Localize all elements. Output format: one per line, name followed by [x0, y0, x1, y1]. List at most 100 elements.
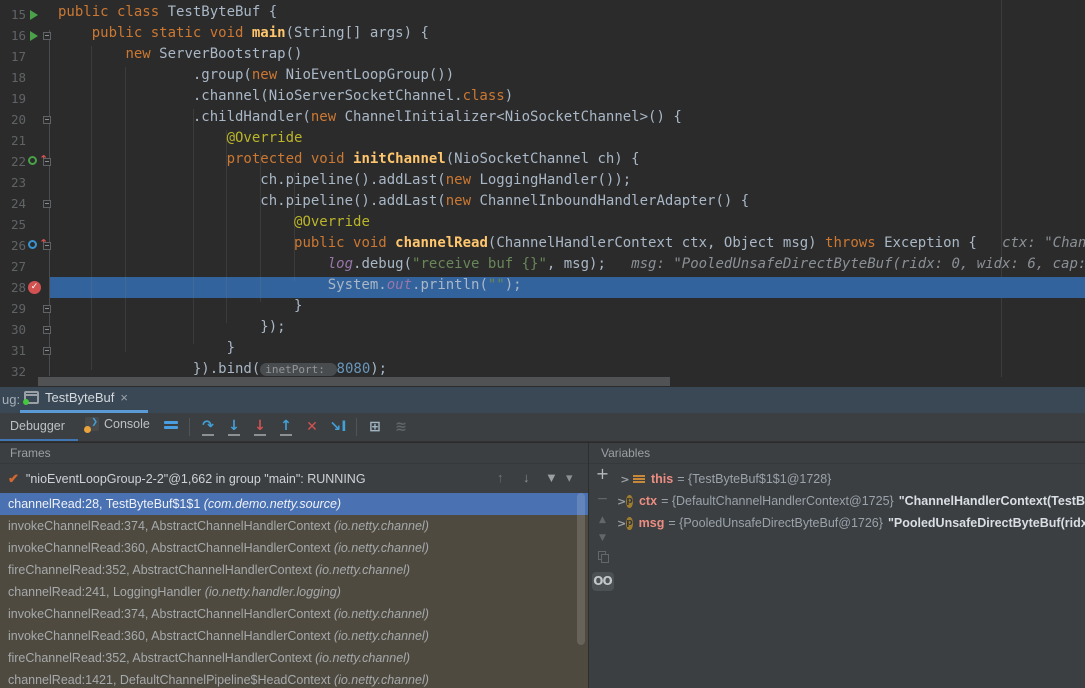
fold-marker-icon[interactable]	[43, 347, 51, 355]
settings-sliders-icon[interactable]: ≋	[388, 419, 414, 435]
gutter-row[interactable]: 29	[0, 298, 56, 319]
chevron-down-icon[interactable]: ▾	[566, 470, 573, 486]
frames-scrollbar[interactable]	[577, 493, 585, 645]
fold-marker-icon[interactable]	[43, 116, 51, 124]
variables-panel-title: Variables	[589, 443, 1085, 464]
show-watches-glasses-icon[interactable]: OO	[592, 572, 614, 591]
parameter-icon: p	[626, 495, 633, 508]
gutter-row[interactable]: 27	[0, 256, 56, 277]
variable-row[interactable]: >this= {TestByteBuf$1$1@1728}	[617, 468, 1085, 490]
gutter-row[interactable]: 23	[0, 172, 56, 193]
code-line[interactable]: public void channelRead(ChannelHandlerCo…	[58, 235, 1085, 256]
tab-debugger[interactable]: Debugger	[10, 419, 65, 433]
move-watch-up-icon[interactable]: ▲	[589, 515, 616, 525]
gutter-row[interactable]: 15	[0, 4, 56, 25]
add-watch-icon[interactable]: +	[589, 464, 616, 483]
gutter-row[interactable]: 28✓	[0, 277, 56, 298]
code-line[interactable]: .group(new NioEventLoopGroup())	[58, 67, 1085, 88]
frame-row[interactable]: invokeChannelRead:374, AbstractChannelHa…	[0, 603, 588, 625]
frame-row[interactable]: invokeChannelRead:374, AbstractChannelHa…	[0, 515, 588, 537]
fold-marker-icon[interactable]	[43, 32, 51, 40]
code-line[interactable]: ch.pipeline().addLast(new LoggingHandler…	[58, 172, 1085, 193]
variable-row[interactable]: >pmsg= {PooledUnsafeDirectByteBuf@1726}"…	[617, 512, 1085, 534]
gutter-row[interactable]: 30	[0, 319, 56, 340]
gutter-row[interactable]: 22↑	[0, 151, 56, 172]
gutter-row[interactable]: 19	[0, 88, 56, 109]
gutter-row[interactable]: 17	[0, 46, 56, 67]
fold-marker-icon[interactable]	[43, 158, 51, 166]
gutter-row[interactable]: 31	[0, 340, 56, 361]
move-down-icon[interactable]: ↓	[523, 470, 530, 485]
frame-row[interactable]: fireChannelRead:352, AbstractChannelHand…	[0, 559, 588, 581]
expand-chevron-icon[interactable]: >	[617, 517, 626, 530]
gutter-row[interactable]: 21	[0, 130, 56, 151]
frame-package: (com.demo.netty.source)	[204, 497, 341, 511]
drop-frame-icon[interactable]: ✕	[299, 419, 325, 435]
code-line[interactable]: log.debug("receive buf {}", msg); msg: "…	[58, 256, 1085, 277]
line-number: 31	[0, 340, 26, 361]
frame-row[interactable]: channelRead:241, LoggingHandler (io.nett…	[0, 581, 588, 603]
run-arrow-icon[interactable]	[28, 4, 46, 25]
frame-package: (io.netty.channel)	[315, 651, 410, 665]
frame-package: (io.netty.channel)	[334, 607, 429, 621]
code-line[interactable]: protected void initChannel(NioSocketChan…	[58, 151, 1085, 172]
code-line[interactable]: }	[58, 340, 1085, 361]
code-line[interactable]: @Override	[58, 214, 1085, 235]
code-line[interactable]: .channel(NioServerSocketChannel.class)	[58, 88, 1085, 109]
gutter-row[interactable]: 24	[0, 193, 56, 214]
parameter-icon: p	[626, 517, 632, 530]
thread-selector[interactable]: ✔ "nioEventLoopGroup-2-2"@1,662 in group…	[0, 464, 588, 493]
step-out-icon[interactable]: ↑	[273, 418, 299, 436]
fold-marker-icon[interactable]	[43, 242, 51, 250]
frame-row[interactable]: channelRead:1421, DefaultChannelPipeline…	[0, 669, 588, 688]
line-number: 18	[0, 67, 26, 88]
move-watch-down-icon[interactable]: ▼	[589, 533, 616, 543]
breakpoint-verified-icon[interactable]: ✓	[28, 277, 46, 298]
layout-hamburger-icon[interactable]	[158, 419, 184, 435]
debug-session-tab[interactable]: TestByteBuf ×	[24, 390, 128, 405]
duplicate-watch-icon[interactable]	[598, 551, 608, 562]
remove-watch-icon[interactable]: −	[589, 491, 616, 507]
variable-name: msg	[639, 516, 665, 530]
step-over-icon[interactable]: ↷	[195, 418, 221, 436]
fold-marker-icon[interactable]	[43, 305, 51, 313]
evaluate-expression-icon[interactable]: ⊞	[362, 419, 388, 435]
code-line[interactable]: public class TestByteBuf {	[58, 4, 1085, 25]
code-editor[interactable]: 141516171819202122↑23242526↑2728✓2930313…	[0, 0, 1085, 388]
filter-funnel-icon[interactable]: ▼	[545, 470, 558, 485]
frame-row[interactable]: invokeChannelRead:360, AbstractChannelHa…	[0, 625, 588, 647]
run-to-cursor-icon[interactable]: ↘I	[325, 419, 351, 435]
line-number: 19	[0, 88, 26, 109]
frame-row[interactable]: channelRead:28, TestByteBuf$1$1 (com.dem…	[0, 493, 588, 515]
line-number: 28	[0, 277, 26, 298]
code-line[interactable]: @Override	[58, 130, 1085, 151]
frame-package: (io.netty.handler.logging)	[205, 585, 341, 599]
fold-marker-icon[interactable]	[43, 200, 51, 208]
gutter-row[interactable]: 16	[0, 25, 56, 46]
frame-row[interactable]: invokeChannelRead:360, AbstractChannelHa…	[0, 537, 588, 559]
gutter-row[interactable]: 18	[0, 67, 56, 88]
variable-row[interactable]: >pctx= {DefaultChannelHandlerContext@172…	[617, 490, 1085, 512]
expand-chevron-icon[interactable]: >	[617, 495, 626, 508]
code-line[interactable]: .childHandler(new ChannelInitializer<Nio…	[58, 109, 1085, 130]
close-icon[interactable]: ×	[120, 390, 128, 405]
move-up-icon[interactable]: ↑	[497, 470, 504, 485]
expand-chevron-icon[interactable]: >	[617, 473, 633, 486]
gutter-row[interactable]: 25	[0, 214, 56, 235]
tab-console[interactable]: Console	[85, 417, 150, 431]
code-line[interactable]: ch.pipeline().addLast(new ChannelInbound…	[58, 193, 1085, 214]
step-into-icon[interactable]: ↓	[221, 418, 247, 436]
gutter-row[interactable]: 20	[0, 109, 56, 130]
code-line[interactable]: }	[58, 298, 1085, 319]
frame-row[interactable]: fireChannelRead:352, AbstractChannelHand…	[0, 647, 588, 669]
gutter-row[interactable]: 26↑	[0, 235, 56, 256]
code-line[interactable]: public static void main(String[] args) {	[58, 25, 1085, 46]
code-lines[interactable]: @Slf4jpublic class TestByteBuf { public …	[58, 0, 1085, 382]
horizontal-scrollbar[interactable]	[38, 377, 670, 386]
code-line[interactable]: });	[58, 319, 1085, 340]
code-line[interactable]: System.out.println("");	[58, 277, 1085, 298]
code-line[interactable]: new ServerBootstrap()	[58, 46, 1085, 67]
force-step-into-icon[interactable]: ↓	[247, 418, 273, 436]
fold-marker-icon[interactable]	[43, 326, 51, 334]
editor-gutter[interactable]: 141516171819202122↑23242526↑2728✓2930313…	[0, 0, 56, 382]
